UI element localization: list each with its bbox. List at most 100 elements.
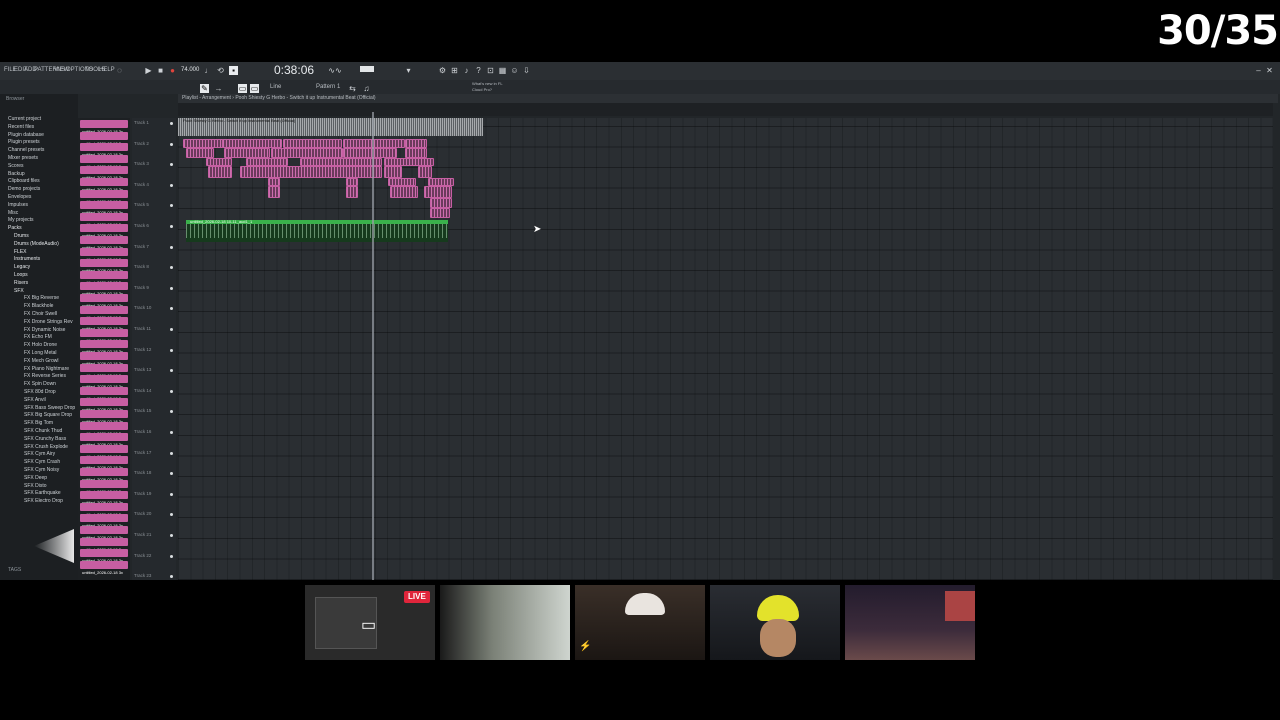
browser-item[interactable]: Plugin presets xyxy=(8,139,40,145)
pattern-item[interactable]: untitled_2026-02-18 3x xyxy=(80,143,128,157)
minimize-icon[interactable]: – xyxy=(1254,66,1263,75)
browser-item[interactable]: SFX Disto xyxy=(24,483,47,489)
browser-item[interactable]: Scores xyxy=(8,163,24,169)
pattern-clip[interactable] xyxy=(186,148,214,158)
track-header[interactable]: Track 10 xyxy=(134,305,151,310)
snap-icon[interactable]: ▾ xyxy=(404,66,413,75)
track-header[interactable]: Track 21 xyxy=(134,532,151,537)
browser-item[interactable]: SFX Earthquake xyxy=(24,490,61,496)
browser-item[interactable]: Clipboard files xyxy=(8,178,40,184)
track-mute-dot[interactable] xyxy=(170,266,173,270)
pattern-item[interactable]: untitled_2026-02-18 3x xyxy=(80,247,128,262)
pattern-clip[interactable] xyxy=(390,186,418,198)
pattern-item[interactable]: untitled_2026-02-18 3x xyxy=(80,282,128,296)
pattern-item[interactable]: untitled_2026-02-18 3x xyxy=(80,340,128,354)
browser-item[interactable]: SFX Cym Airy xyxy=(24,451,55,457)
browser-item[interactable]: Loops xyxy=(14,272,28,278)
track-mute-dot[interactable] xyxy=(170,348,173,352)
pattern-clip[interactable] xyxy=(268,186,280,198)
pattern-item[interactable]: untitled_2026-02-18 3x xyxy=(80,444,128,459)
select-tool-icon[interactable]: ▭ xyxy=(238,84,247,93)
pattern-clip[interactable] xyxy=(430,198,452,208)
pattern-clip[interactable] xyxy=(405,148,427,158)
track-header[interactable]: Track 11 xyxy=(134,326,151,331)
pattern-item[interactable]: untitled_2026-02-18 3x xyxy=(80,491,128,505)
pattern-clip[interactable] xyxy=(384,158,434,166)
track-header[interactable]: Track 2 xyxy=(134,141,149,146)
pattern-clip[interactable] xyxy=(384,166,402,178)
track-mute-dot[interactable] xyxy=(170,307,173,311)
browser-item[interactable]: SFX Deep xyxy=(24,475,47,481)
pattern-clip[interactable] xyxy=(346,178,358,186)
track-header[interactable]: Track 15 xyxy=(134,408,151,413)
pattern-clip[interactable] xyxy=(206,158,232,166)
news-line-1[interactable]: What's new in FL xyxy=(472,81,503,86)
browser-item[interactable]: Recent files xyxy=(8,124,34,130)
mic-icon[interactable]: ♪ xyxy=(462,66,471,75)
track-header[interactable]: Track 13 xyxy=(134,367,151,372)
pattern-item[interactable]: untitled_2026-02-18 3x xyxy=(80,189,128,204)
pattern-item[interactable]: untitled_2026-02-18 3x xyxy=(80,468,128,482)
browser-item[interactable]: FX Piano Nightmare xyxy=(24,366,69,372)
pattern-clip[interactable] xyxy=(240,166,382,178)
track-header[interactable]: Track 14 xyxy=(134,388,151,393)
pattern-arrow-icon[interactable]: ⇆ xyxy=(348,84,357,93)
metronome-icon[interactable]: ♩ xyxy=(204,66,213,75)
browser-item[interactable]: Drums xyxy=(14,233,29,239)
pattern-item[interactable]: untitled_2026-02-18 3x xyxy=(80,549,128,563)
close-icon[interactable]: ✕ xyxy=(1265,66,1274,75)
browser-item[interactable]: Impulses xyxy=(8,202,28,208)
track-header[interactable]: Track 16 xyxy=(134,429,151,434)
track-mute-dot[interactable] xyxy=(170,122,173,125)
browser-item[interactable]: FLEX xyxy=(14,249,27,255)
browser-item[interactable]: FX Mech Growl xyxy=(24,358,58,364)
webcam-tile-3[interactable] xyxy=(710,585,840,660)
track-header[interactable]: Track 7 xyxy=(134,244,149,249)
browser-item[interactable]: FX Drone Strings Rev xyxy=(24,319,73,325)
track-mute-dot[interactable] xyxy=(170,286,173,290)
pattern-clip[interactable] xyxy=(268,178,280,186)
track-header[interactable]: Track 19 xyxy=(134,491,151,496)
pattern-song-toggle[interactable]: ▪ xyxy=(229,66,238,75)
stop-icon[interactable]: ■ xyxy=(156,66,165,75)
browser-item[interactable]: SFX Big Square Drop xyxy=(24,412,72,418)
pattern-clip[interactable] xyxy=(222,139,282,148)
browser-item[interactable]: FX Reverse Series xyxy=(24,373,66,379)
pattern-item[interactable]: untitled_2026-02-18 3x xyxy=(80,421,128,436)
settings-icon[interactable]: ⚙ xyxy=(438,66,447,75)
tags-label[interactable]: TAGS xyxy=(8,567,21,573)
draw-tool-icon[interactable]: ✎ xyxy=(200,84,209,93)
track-header[interactable]: Track 5 xyxy=(134,202,149,207)
browser-item[interactable]: FX Spin Down xyxy=(24,381,56,387)
pattern-item[interactable]: untitled_2026-02-18 3x xyxy=(80,236,128,250)
download-icon[interactable]: ⇩ xyxy=(522,66,531,75)
pattern-item[interactable]: untitled_2026-02-18 3x xyxy=(80,224,128,238)
chat-icon[interactable]: ☺ xyxy=(510,66,519,75)
record-icon[interactable]: ● xyxy=(168,66,177,75)
browser-item[interactable]: Demo projects xyxy=(8,186,40,192)
pattern-item[interactable]: untitled_2026-02-18 3x xyxy=(80,270,128,285)
pattern-clip[interactable] xyxy=(418,166,432,178)
loop-icon[interactable]: ⟲ xyxy=(216,66,225,75)
track-mute-dot[interactable] xyxy=(170,245,173,249)
pattern-item[interactable]: untitled_2026-02-18 3x xyxy=(80,305,128,320)
pattern-clip[interactable] xyxy=(428,178,454,186)
browser-item[interactable]: FX Holo Drone xyxy=(24,342,57,348)
pattern-item[interactable]: untitled_2026-02-18 3x xyxy=(80,352,128,366)
browser-item[interactable]: Legacy xyxy=(14,264,30,270)
menu-help[interactable]: HELP xyxy=(99,67,115,73)
browser-item[interactable]: FX Big Reverse xyxy=(24,295,59,301)
pattern-item[interactable]: untitled_2026-02-18 3x xyxy=(80,131,128,146)
track-mute-dot[interactable] xyxy=(170,389,173,393)
pattern-clip[interactable] xyxy=(271,148,343,158)
browser-item[interactable]: Current project xyxy=(8,116,41,122)
track-header[interactable]: Track 9 xyxy=(134,285,149,290)
browser-item[interactable]: SFX Crunchy Bass xyxy=(24,436,66,442)
browser-icon[interactable]: ⊡ xyxy=(486,66,495,75)
track-header[interactable]: Track 6 xyxy=(134,223,149,228)
webcam-tile-1[interactable] xyxy=(440,585,570,660)
track-mute-dot[interactable] xyxy=(170,451,173,455)
browser-item[interactable]: FX Blackhole xyxy=(24,303,53,309)
track-header[interactable]: Track 18 xyxy=(134,470,151,475)
track-mute-dot[interactable] xyxy=(170,472,173,476)
